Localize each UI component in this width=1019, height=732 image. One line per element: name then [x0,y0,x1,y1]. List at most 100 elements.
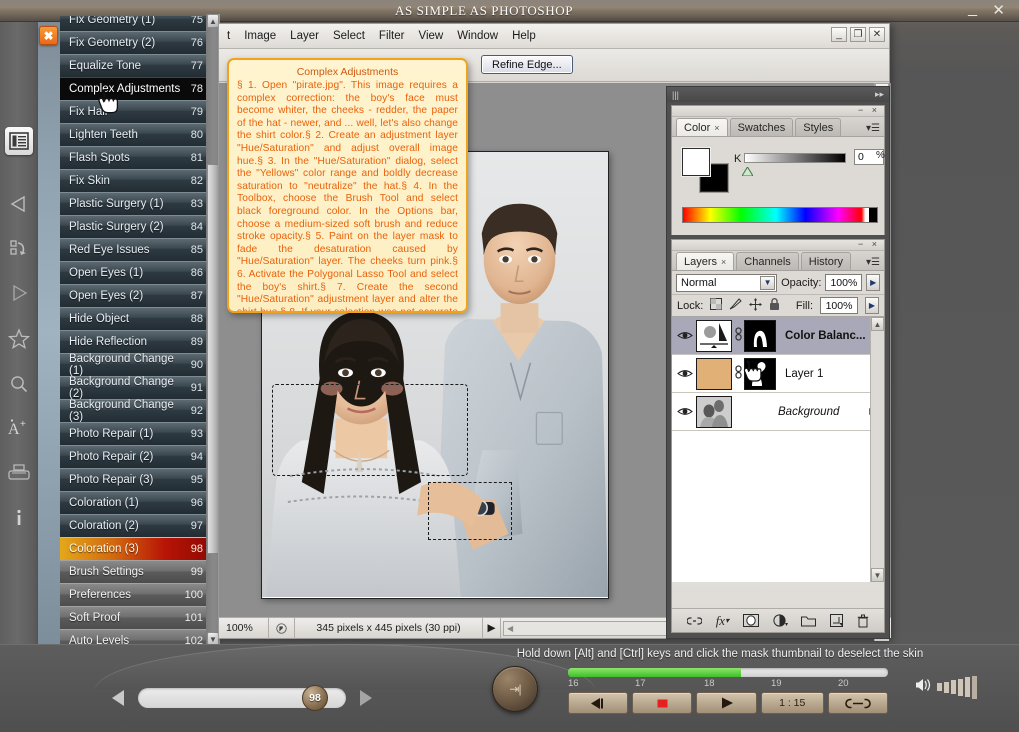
ps-restore-button[interactable]: ❐ [850,27,866,42]
layers-panel-menu-icon[interactable]: ▾☰ [866,257,880,268]
dock-expand-icon[interactable]: ▸▸ [875,89,884,100]
layers-list[interactable]: Color Balanc... Layer 1 Background ▲ ▼ [672,317,884,582]
sidebar-item-hide-object[interactable]: Hide Object 88 [60,307,210,330]
layers-scroll-up-icon[interactable]: ▲ [871,317,884,331]
search-icon[interactable] [5,370,33,398]
tab-color[interactable]: Color × [676,118,728,136]
new-layer-icon[interactable] [830,614,844,627]
sidebar-item-plastic-surgery-1[interactable]: Plastic Surgery (1) 83 [60,192,210,215]
menu-item-filter[interactable]: Filter [372,28,412,44]
sidebar-item-red-eye-issues[interactable]: Red Eye Issues 85 [60,238,210,261]
layer-name[interactable]: Layer 1 [776,368,884,380]
chevron-down-icon[interactable]: ▼ [760,275,776,290]
layer-name[interactable]: Color Balanc... [776,330,884,342]
sidebar-item-soft-proof[interactable]: Soft Proof 101 [60,606,210,629]
print-icon[interactable] [5,459,33,487]
sidebar-item-open-eyes-1[interactable]: Open Eyes (1) 86 [60,261,210,284]
lock-all-icon[interactable] [769,297,780,314]
volume-bar-5[interactable] [965,677,970,697]
layer-thumbnail[interactable] [696,357,732,390]
tab-close-icon[interactable]: × [721,257,726,267]
speaker-icon[interactable] [915,677,931,698]
layers-panel-window-controls[interactable]: − × [858,239,880,249]
tab-channels[interactable]: Channels [736,252,799,270]
menu-item-edit[interactable]: t [225,28,237,44]
loop-button[interactable] [827,692,888,714]
slider-track[interactable]: 98 [138,685,346,711]
slider-knob[interactable]: 98 [302,685,328,711]
fill-stepper-icon[interactable]: ▶ [865,297,879,314]
sidebar-item-hide-reflection[interactable]: Hide Reflection 89 [60,330,210,353]
lock-image-icon[interactable] [729,298,743,313]
sidebar-item-background-change-2[interactable]: Background Change (2) 91 [60,376,210,400]
volume-bar-6[interactable] [972,675,977,699]
status-expand-icon[interactable]: ▶ [483,617,501,639]
document-icon[interactable] [269,617,295,639]
volume-bar-2[interactable] [944,681,949,693]
ps-minimize-button[interactable]: _ [831,27,847,42]
layer-thumbnail[interactable] [696,319,732,352]
minimize-button[interactable]: _ [968,0,977,18]
table-row[interactable]: Color Balanc... [672,317,884,355]
table-row[interactable]: Layer 1 [672,355,884,393]
blend-mode-select[interactable]: Normal ▼ [676,273,778,292]
lock-position-icon[interactable] [749,297,763,314]
layers-scroll-down-icon[interactable]: ▼ [871,568,884,582]
layer-mask-thumbnail[interactable] [744,319,776,352]
jump-button[interactable]: ⇥| [492,666,538,712]
layer-link-icon[interactable] [732,327,744,344]
color-spectrum-ramp[interactable] [682,207,878,223]
sidebar-item-lighten-teeth[interactable]: Lighten Teeth 80 [60,123,210,146]
color-panel-window-controls[interactable]: − × [858,105,880,115]
sidebar-item-coloration-2[interactable]: Coloration (2) 97 [60,514,210,537]
sidebar-item-preferences[interactable]: Preferences 100 [60,583,210,606]
zoom-level[interactable]: 100% [219,617,269,639]
sidebar-item-open-eyes-2[interactable]: Open Eyes (2) 87 [60,284,210,307]
fx-icon[interactable]: fx ▾ [716,613,729,629]
sidebar-item-fix-skin[interactable]: Fix Skin 82 [60,169,210,192]
shapes-icon[interactable] [5,234,33,262]
recipe-navigation-slider[interactable]: 98 [108,684,376,712]
next-recipe-button[interactable] [354,686,376,710]
volume-bar-3[interactable] [951,680,956,694]
sidebar-item-plastic-surgery-2[interactable]: Plastic Surgery (2) 84 [60,215,210,238]
play-icon[interactable] [5,279,33,307]
menu-item-view[interactable]: View [411,28,450,44]
trash-icon[interactable] [857,614,869,628]
volume-bar-4[interactable] [958,678,963,696]
adjustment-icon[interactable]: ▾ [773,614,788,627]
step-back-button[interactable] [568,692,629,714]
hscroll-left-icon[interactable]: ◀ [504,624,513,633]
tab-layers[interactable]: Layers × [676,252,735,270]
k-slider-thumb[interactable] [741,163,754,177]
favorites-star-icon[interactable] [5,325,33,353]
opacity-field[interactable]: 100% [825,274,863,291]
previous-recipe-button[interactable] [108,686,130,710]
tab-history[interactable]: History [800,252,852,270]
back-icon[interactable] [5,190,33,218]
foreground-color-swatch[interactable] [682,148,710,176]
k-channel-slider[interactable] [744,153,846,163]
layer-name[interactable]: Background [732,406,862,418]
layer-visibility-icon[interactable] [674,368,696,379]
layer-visibility-icon[interactable] [674,330,696,341]
lock-transparency-icon[interactable] [710,298,723,313]
link-icon[interactable] [686,616,702,626]
text-size-icon[interactable]: A + [5,414,33,442]
volume-control[interactable] [915,674,997,700]
sidebar-item-photo-repair-1[interactable]: Photo Repair (1) 93 [60,422,210,445]
sidebar-item-background-change-3[interactable]: Background Change (3) 92 [60,399,210,423]
mask-icon[interactable] [742,614,759,627]
opacity-stepper-icon[interactable]: ▶ [866,274,880,291]
info-icon[interactable] [5,504,33,532]
sidebar-item-flash-spots[interactable]: Flash Spots 81 [60,146,210,169]
folder-icon[interactable] [801,615,817,627]
sidebar-item-photo-repair-3[interactable]: Photo Repair (3) 95 [60,468,210,491]
tab-close-icon[interactable]: × [714,123,719,133]
playback-progress[interactable] [568,668,888,677]
dock-grip[interactable]: ||| ▸▸ [667,87,889,102]
layer-visibility-icon[interactable] [674,406,696,417]
menu-item-layer[interactable]: Layer [283,28,326,44]
close-button[interactable]: ✕ [992,1,1005,19]
sidebar-item-fix-geometry-2[interactable]: Fix Geometry (2) 76 [60,31,210,54]
